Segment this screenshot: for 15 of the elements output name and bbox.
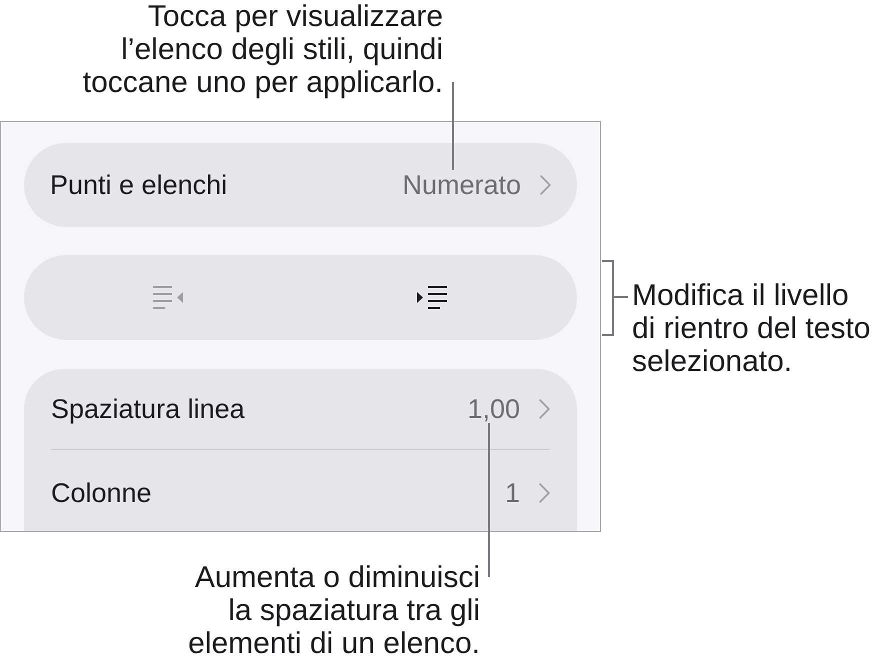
- row-label: Spaziatura linea: [51, 392, 245, 426]
- decrease-indent-icon: [152, 286, 185, 309]
- row-value: 1: [504, 476, 520, 510]
- list-style-row[interactable]: Punti e elenchi Numerato: [24, 143, 577, 227]
- callout-text: Aumenta o diminuisci la spaziatura tra gli elementi di un elenco.: [188, 561, 480, 660]
- increase-indent-icon: [416, 286, 448, 309]
- chevron-icon: [539, 399, 550, 419]
- callout-text: Modifica il livello di rientro del testo selezionato.: [632, 279, 870, 378]
- row-label: Punti e elenchi: [50, 168, 228, 202]
- row-value: Numerato: [402, 168, 521, 202]
- row-value: 1,00: [467, 392, 520, 426]
- chevron-icon: [539, 483, 550, 503]
- callout-text: Tocca per visualizzare l’elenco degli stili, quindi toccane uno per applicarlo.: [82, 0, 443, 99]
- chevron-icon: [540, 175, 551, 195]
- row-label: Colonne: [51, 476, 152, 510]
